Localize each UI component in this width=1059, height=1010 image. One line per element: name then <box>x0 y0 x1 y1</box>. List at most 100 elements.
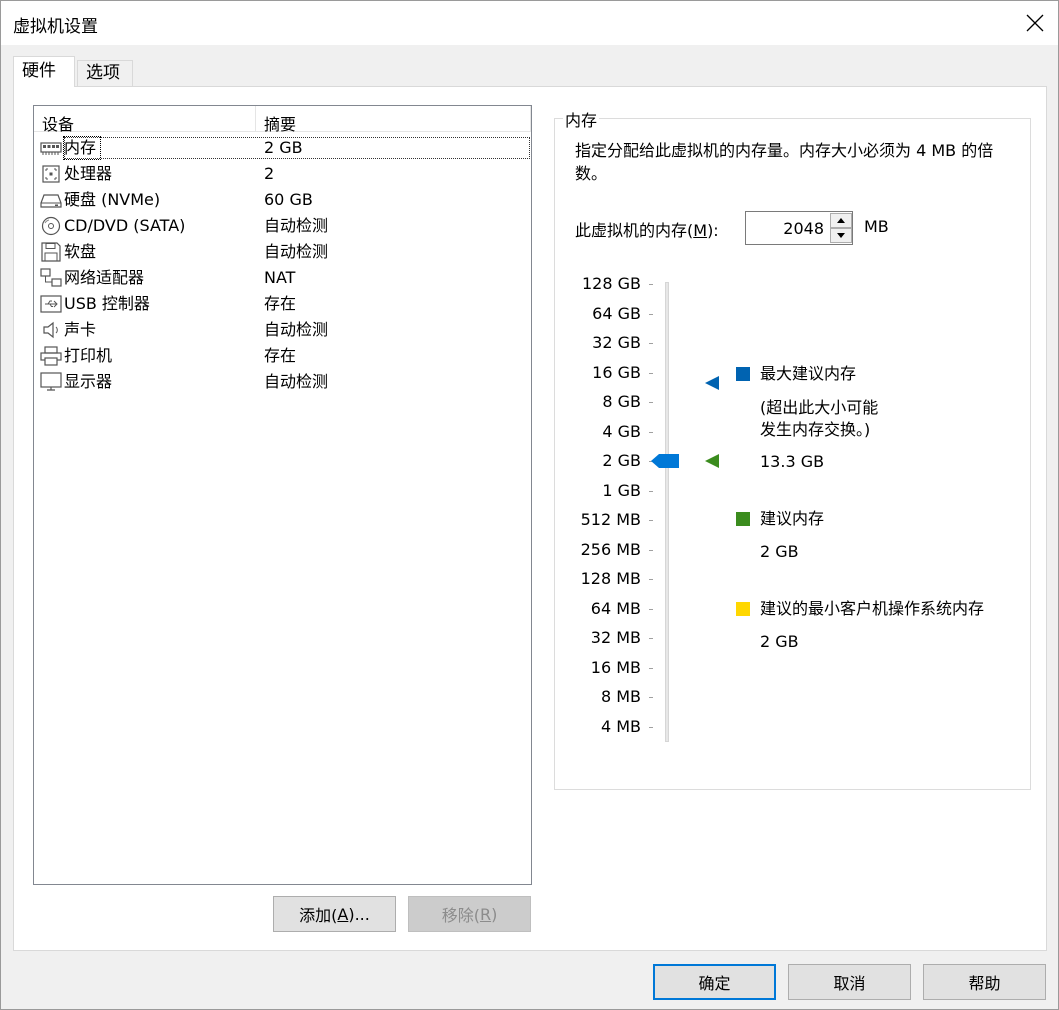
device-name: 声卡 <box>64 320 97 339</box>
scale-label: 32 MB <box>590 628 641 647</box>
memory-group-title: 内存 <box>563 107 600 131</box>
device-row-hard-disk[interactable]: 硬盘 (NVMe) 60 GB <box>34 187 531 213</box>
scale-tick <box>649 313 653 315</box>
device-summary: 2 <box>264 164 275 183</box>
memory-description: 指定分配给此虚拟机的内存量。内存大小必须为 4 MB 的倍数。 <box>575 141 994 183</box>
scale-label: 4 GB <box>602 421 641 441</box>
add-button-accesskey: A <box>337 904 349 924</box>
device-row-printer[interactable]: 打印机 存在 <box>34 343 531 369</box>
scale-label: 128 GB <box>582 274 641 293</box>
scale-tick <box>649 372 653 374</box>
device-list-header: 设备 摘要 <box>34 106 531 135</box>
memory-value-input[interactable] <box>746 212 828 244</box>
scale-label: 1 GB <box>602 480 641 500</box>
recommended-marker-icon <box>705 454 719 468</box>
printer-icon <box>40 346 62 366</box>
device-summary: 存在 <box>264 294 297 313</box>
hard-disk-icon <box>40 190 62 210</box>
scale-tick <box>649 284 653 285</box>
device-name: 软盘 <box>64 242 97 261</box>
window-title: 虚拟机设置 <box>13 17 98 37</box>
scale-tick <box>649 638 653 639</box>
max-recommended-marker-icon <box>705 376 719 390</box>
device-list[interactable]: 设备 摘要 内存 2 GB 处理器 2 硬盘 (NVMe) 60 GB CD/D… <box>33 105 532 885</box>
title-bar: 虚拟机设置 <box>1 1 1058 45</box>
memory-label-accesskey: M <box>693 221 708 240</box>
close-button[interactable] <box>1012 1 1058 45</box>
memory-label-prefix: 此虚拟机的内存( <box>575 221 694 240</box>
device-row-display[interactable]: 显示器 自动检测 <box>34 369 531 395</box>
scale-tick <box>649 579 653 580</box>
scale-label: 256 MB <box>580 539 641 559</box>
memory-field-label: 此虚拟机的内存(M): <box>575 217 719 241</box>
tab-hardware[interactable]: 硬件 <box>13 56 75 87</box>
scale-tick <box>649 608 653 610</box>
scale-tick <box>649 697 653 698</box>
remove-device-button[interactable]: 移除(R) <box>408 896 531 932</box>
column-divider[interactable] <box>530 106 531 132</box>
vm-settings-window: 虚拟机设置 硬件 选项 设备 摘要 内存 2 GB 处理器 2 硬盘 (NVMe… <box>0 0 1059 1010</box>
memory-slider-track[interactable] <box>665 282 669 742</box>
memory-decrement-button[interactable] <box>830 228 852 243</box>
device-row-processor[interactable]: 处理器 2 <box>34 161 531 187</box>
ok-button[interactable]: 确定 <box>653 964 776 1000</box>
device-name: 打印机 <box>64 346 113 365</box>
scale-label: 2 GB <box>602 451 641 470</box>
cancel-button[interactable]: 取消 <box>788 964 911 1000</box>
max-recommended-note-line2: 发生内存交换。) <box>760 420 871 439</box>
recommended-value: 2 GB <box>760 542 799 561</box>
remove-button-suffix: ) <box>491 904 498 924</box>
sound-card-icon <box>40 320 62 340</box>
scale-tick <box>649 402 653 403</box>
device-name: 网络适配器 <box>64 268 145 287</box>
device-summary: NAT <box>264 268 296 287</box>
device-row-memory[interactable]: 内存 2 GB <box>34 135 531 161</box>
device-row-usb-controller[interactable]: USB 控制器 存在 <box>34 291 531 317</box>
hardware-panel: 设备 摘要 内存 2 GB 处理器 2 硬盘 (NVMe) 60 GB CD/D… <box>13 86 1047 951</box>
add-button-suffix: )... <box>348 904 370 924</box>
device-row-network-adapter[interactable]: 网络适配器 NAT <box>34 265 531 291</box>
device-name: 显示器 <box>64 372 113 391</box>
column-divider[interactable] <box>255 106 256 132</box>
scale-tick <box>649 549 653 551</box>
device-name: 处理器 <box>64 164 113 183</box>
memory-increment-button[interactable] <box>830 213 852 228</box>
scale-label: 16 GB <box>592 362 641 382</box>
scale-tick <box>649 667 653 669</box>
chevron-up-icon <box>837 218 845 223</box>
usb-icon <box>40 294 62 314</box>
scale-label: 512 MB <box>580 510 641 529</box>
device-name: 硬盘 (NVMe) <box>64 190 161 209</box>
scale-tick <box>649 726 653 728</box>
device-row-sound-card[interactable]: 声卡 自动检测 <box>34 317 531 343</box>
min-guest-legend-swatch <box>736 602 750 616</box>
device-row-floppy[interactable]: 软盘 自动检测 <box>34 239 531 265</box>
scale-tick <box>649 520 653 521</box>
help-button[interactable]: 帮助 <box>923 964 1046 1000</box>
display-icon <box>40 372 62 392</box>
device-name: USB 控制器 <box>64 294 150 313</box>
processor-icon <box>40 164 62 184</box>
cd-dvd-icon <box>40 216 62 236</box>
remove-button-label: 移除( <box>441 906 480 925</box>
scale-tick <box>649 490 653 492</box>
add-button-label: 添加( <box>299 906 338 925</box>
tab-options[interactable]: 选项 <box>77 60 133 87</box>
scale-label: 64 GB <box>592 303 641 323</box>
scale-label: 8 MB <box>600 687 641 706</box>
column-header-device[interactable]: 设备 <box>42 111 74 135</box>
memory-spinbox <box>745 211 853 245</box>
device-summary: 存在 <box>264 346 297 365</box>
scale-tick <box>649 343 653 344</box>
column-header-summary[interactable]: 摘要 <box>264 111 296 135</box>
recommended-label: 建议内存 <box>760 509 825 528</box>
memory-icon <box>40 138 62 158</box>
recommended-legend-swatch <box>736 512 750 526</box>
scale-label: 4 MB <box>600 716 641 736</box>
device-summary: 60 GB <box>264 190 313 209</box>
add-device-button[interactable]: 添加(A)... <box>273 896 396 932</box>
memory-group: 内存 指定分配给此虚拟机的内存量。内存大小必须为 4 MB 的倍数。 此虚拟机的… <box>554 107 1031 790</box>
memory-slider-thumb[interactable] <box>651 454 681 468</box>
min-guest-label: 建议的最小客户机操作系统内存 <box>760 599 985 618</box>
device-row-cd-dvd[interactable]: CD/DVD (SATA) 自动检测 <box>34 213 531 239</box>
